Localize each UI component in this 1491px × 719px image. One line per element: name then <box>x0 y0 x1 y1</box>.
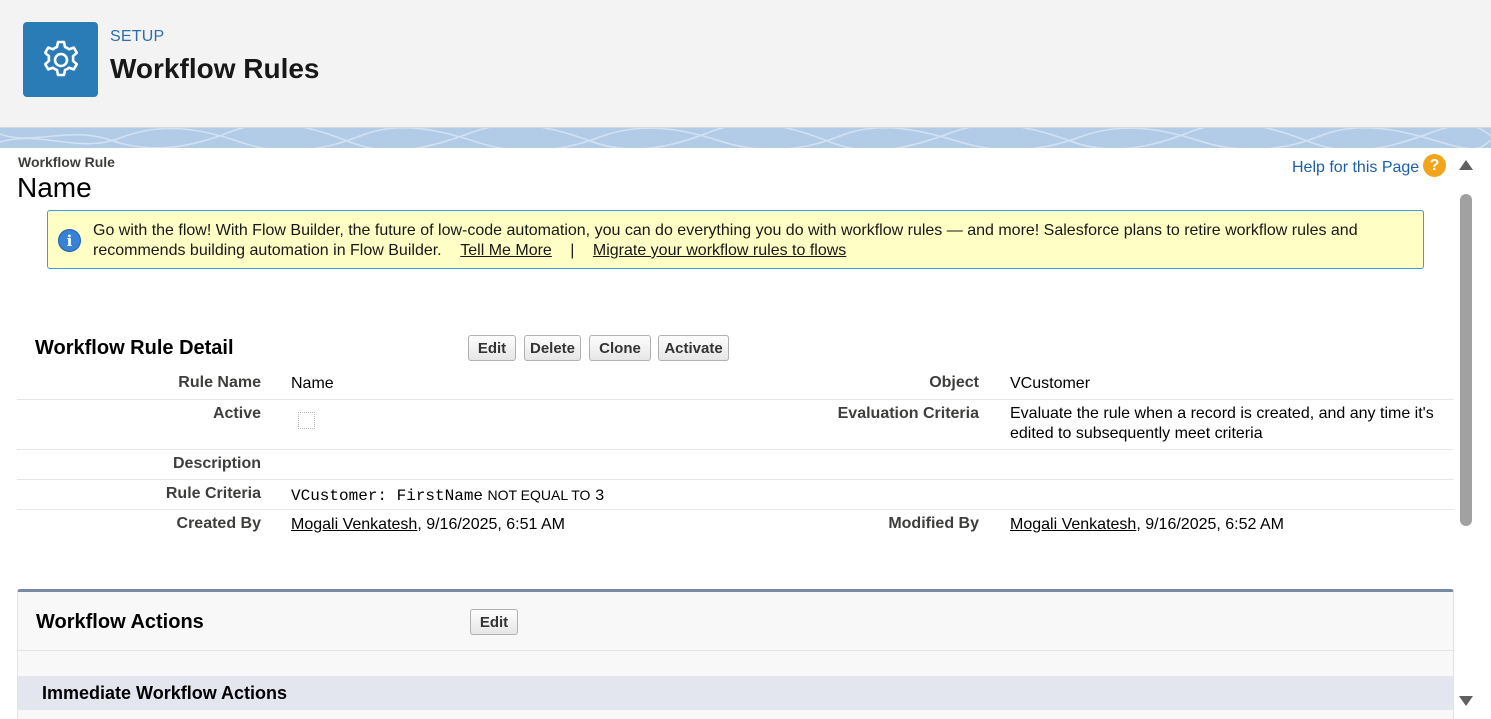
evaluation-criteria-label: Evaluation Criteria <box>837 405 979 422</box>
edit-button[interactable]: Edit <box>468 335 516 361</box>
detail-row-description: Description <box>17 450 1454 480</box>
created-by-date: , 9/16/2025, 6:51 AM <box>417 516 565 533</box>
scroll-thumb[interactable] <box>1460 194 1472 526</box>
created-by-label: Created By <box>176 515 261 532</box>
clone-button[interactable]: Clone <box>589 335 651 361</box>
activate-button[interactable]: Activate <box>658 335 729 361</box>
description-label: Description <box>172 455 261 472</box>
pattern-svg <box>0 128 1491 148</box>
info-icon: i <box>58 229 81 252</box>
gear-icon-svg <box>43 40 78 76</box>
decorative-pattern-band <box>0 128 1491 148</box>
created-by-value: Mogali Venkatesh, 9/16/2025, 6:51 AM <box>291 515 565 535</box>
immediate-workflow-actions-header: Immediate Workflow Actions <box>18 676 1453 710</box>
criteria-value: 3 <box>594 487 605 505</box>
main-content: Workflow Rule Name Help for this Page ? … <box>0 148 1491 719</box>
criteria-field: VCustomer: FirstName <box>291 487 484 505</box>
criteria-operator: NOT EQUAL TO <box>487 487 591 503</box>
gear-icon <box>23 22 98 97</box>
rule-name-value: Name <box>291 375 334 392</box>
object-label: Object <box>929 374 979 391</box>
immediate-workflow-actions-title: Immediate Workflow Actions <box>42 683 288 703</box>
workflow-rule-detail-title: Workflow Rule Detail <box>35 337 234 359</box>
created-by-user-link[interactable]: Mogali Venkatesh <box>291 516 417 533</box>
flow-builder-info-banner: i Go with the flow! With Flow Builder, t… <box>47 210 1424 269</box>
help-icon[interactable]: ? <box>1423 154 1446 177</box>
detail-row-rule-criteria: Rule Criteria VCustomer: FirstName NOT E… <box>17 480 1454 510</box>
scroll-up-arrow-icon[interactable] <box>1459 160 1473 170</box>
workflow-actions-title: Workflow Actions <box>36 611 204 633</box>
vertical-scrollbar[interactable] <box>1456 148 1476 710</box>
page-kicker: Workflow Rule <box>18 154 115 170</box>
info-message: Go with the flow! With Flow Builder, the… <box>93 221 1413 261</box>
setup-title: Workflow Rules <box>110 53 320 84</box>
active-label: Active <box>212 405 261 422</box>
help-for-this-page-link[interactable]: Help for this Page <box>1292 159 1419 177</box>
rule-criteria-value: VCustomer: FirstName NOT EQUAL TO 3 <box>291 485 605 506</box>
scroll-down-arrow-icon[interactable] <box>1459 696 1473 706</box>
modified-by-date: , 9/16/2025, 6:52 AM <box>1136 516 1284 533</box>
rule-name-label: Rule Name <box>178 374 261 391</box>
info-separator: | <box>570 242 575 259</box>
evaluation-criteria-value: Evaluate the rule when a record is creat… <box>1010 405 1434 442</box>
rule-criteria-label: Rule Criteria <box>165 485 261 502</box>
modified-by-value: Mogali Venkatesh, 9/16/2025, 6:52 AM <box>1010 515 1450 535</box>
detail-row-active: Active Evaluation Criteria Evaluate the … <box>17 400 1454 450</box>
tell-me-more-link[interactable]: Tell Me More <box>460 242 552 259</box>
modified-by-user-link[interactable]: Mogali Venkatesh <box>1010 516 1136 533</box>
delete-button[interactable]: Delete <box>524 335 581 361</box>
active-checkbox <box>298 412 315 429</box>
page-title: Name <box>17 172 92 203</box>
detail-row-created-by: Created By Mogali Venkatesh, 9/16/2025, … <box>17 510 1454 542</box>
setup-kicker: SETUP <box>110 28 165 45</box>
setup-header: SETUP Workflow Rules <box>0 0 1491 128</box>
actions-divider <box>18 650 1453 651</box>
migrate-workflow-rules-link[interactable]: Migrate your workflow rules to flows <box>593 242 846 259</box>
workflow-actions-section: Workflow Actions Edit Immediate Workflow… <box>17 589 1454 719</box>
workflow-actions-edit-button[interactable]: Edit <box>470 609 518 635</box>
detail-row-rule-name: Rule Name Name Object VCustomer <box>17 368 1454 400</box>
modified-by-label: Modified By <box>888 515 979 532</box>
object-value: VCustomer <box>1010 375 1091 392</box>
